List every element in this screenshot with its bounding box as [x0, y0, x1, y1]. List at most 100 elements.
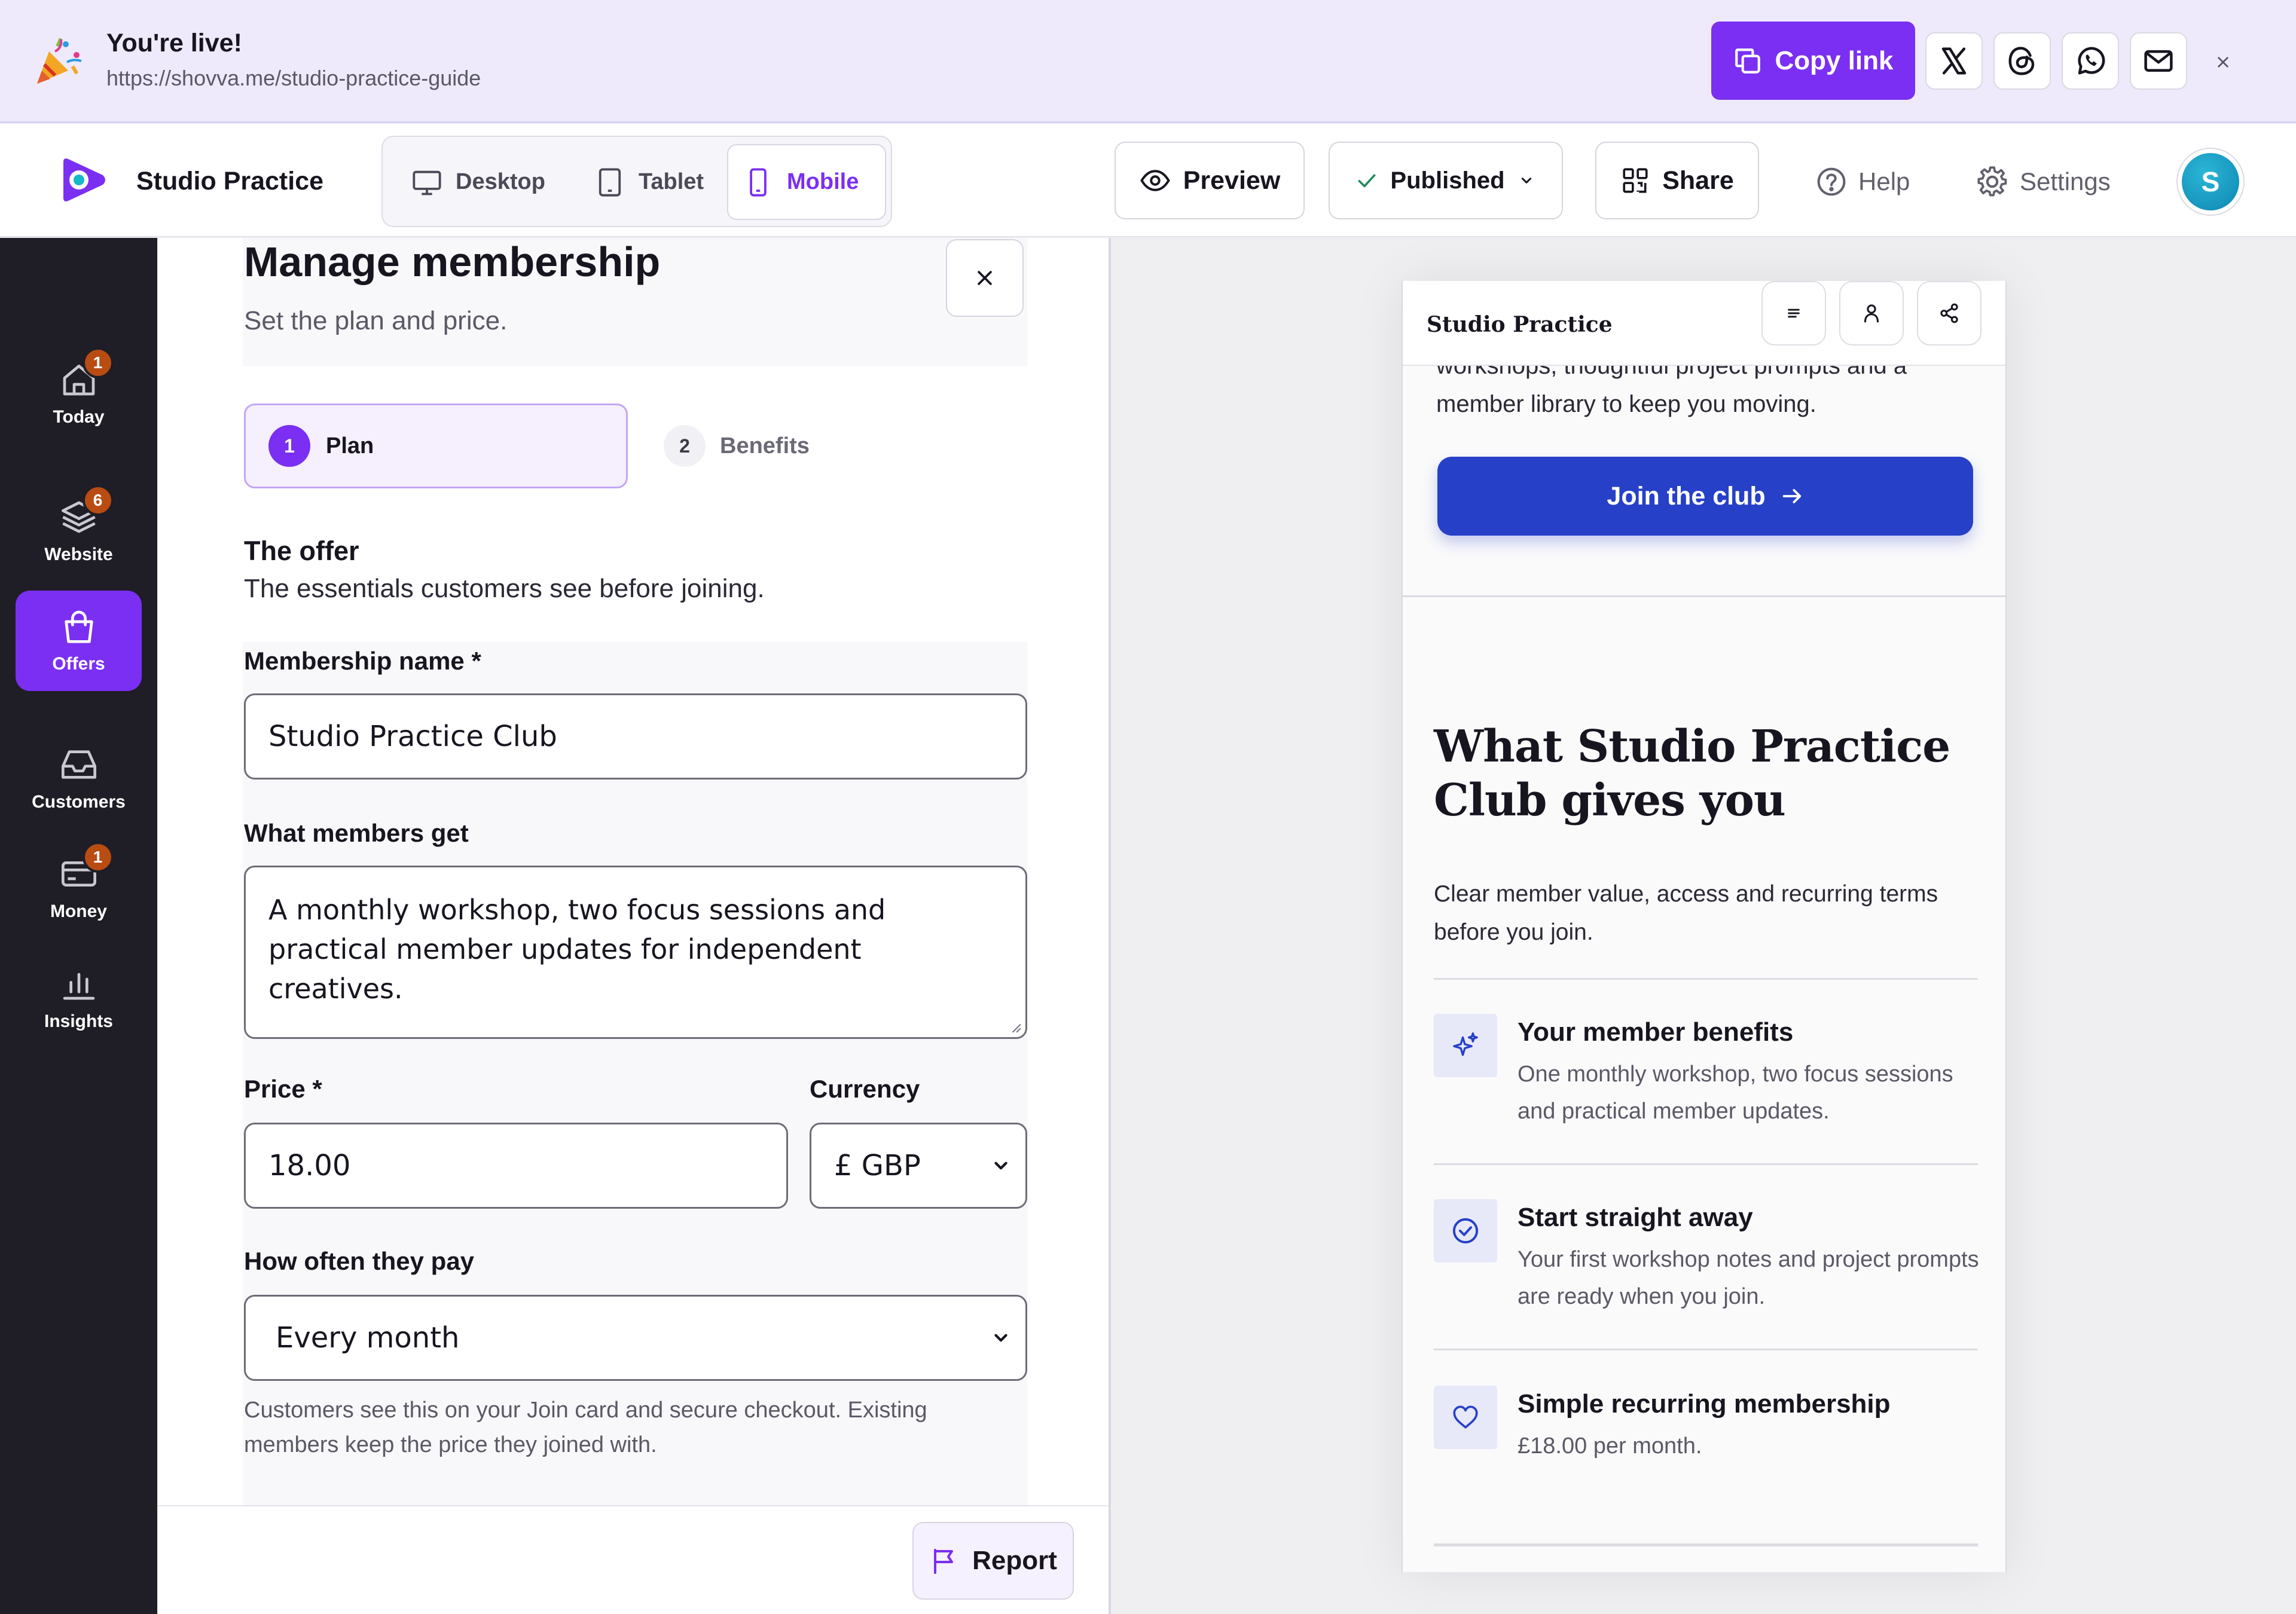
step-benefits-number: 2: [664, 425, 706, 467]
mail-icon: [2144, 50, 2173, 72]
nav-item-money[interactable]: 1 Money: [16, 838, 142, 939]
benefit-title: Start straight away: [1518, 1203, 1753, 1232]
members-get-label: What members get: [244, 819, 469, 847]
report-label: Report: [972, 1546, 1057, 1575]
members-get-value: A monthly workshop, two focus sessions a…: [268, 894, 886, 1005]
frequency-select[interactable]: Every month: [244, 1295, 1027, 1381]
nav-label-insights: Insights: [44, 1011, 113, 1031]
published-status-dropdown[interactable]: Published: [1329, 142, 1563, 219]
user-icon: [1864, 304, 1879, 323]
preview-share-button[interactable]: [1917, 281, 1981, 346]
chevron-down-icon: [1521, 178, 1531, 184]
threads-icon: [2008, 47, 2035, 75]
nav-item-insights[interactable]: Insights: [16, 948, 142, 1049]
copy-link-button[interactable]: Copy link: [1711, 22, 1915, 100]
benefit-icon-box: [1434, 1386, 1497, 1449]
preview-menu-button[interactable]: [1761, 281, 1826, 346]
settings-label: Settings: [2020, 167, 2111, 195]
menu-icon: [1788, 308, 1800, 318]
nav-item-today[interactable]: 1 Today: [16, 344, 142, 444]
copy-icon: [1735, 48, 1761, 74]
members-get-textarea[interactable]: A monthly workshop, two focus sessions a…: [244, 866, 1027, 1039]
share-whatsapp-button[interactable]: [2062, 32, 2119, 90]
currency-select[interactable]: £ GBP: [810, 1123, 1027, 1209]
gear-icon: [1977, 166, 2007, 197]
preview-benefits-heading: What Studio Practice Club gives you: [1434, 721, 1950, 826]
offer-section-title: The offer: [244, 536, 359, 566]
price-input[interactable]: 18.00: [244, 1123, 788, 1209]
inbox-icon: [61, 750, 96, 779]
copy-link-label: Copy link: [1775, 45, 1894, 75]
device-tablet-label: Tablet: [639, 169, 704, 194]
mobile-preview-frame[interactable]: Studio Practice workshops, thoughtful pr…: [1402, 281, 2007, 1572]
join-the-club-button[interactable]: Join the club: [1437, 457, 1973, 536]
user-avatar[interactable]: S: [2176, 148, 2245, 216]
preview-site-brand: Studio Practice: [1427, 312, 1613, 337]
device-mobile-button[interactable]: Mobile: [727, 144, 886, 220]
benefit-title: Simple recurring membership: [1518, 1389, 1891, 1419]
check-icon: [1358, 174, 1376, 188]
nav-label-customers: Customers: [32, 792, 126, 812]
preview-button[interactable]: Preview: [1115, 142, 1305, 219]
device-switcher: Desktop Tablet Mobile: [381, 136, 892, 227]
top-bar: Studio Practice Desktop Tablet Mobile Pr…: [0, 124, 2296, 237]
share-mail-button[interactable]: [2130, 32, 2187, 90]
benefit-text: Your first workshop notes and project pr…: [1518, 1247, 1979, 1309]
step-plan-number: 1: [268, 425, 310, 467]
device-tablet-button[interactable]: Tablet: [580, 144, 718, 220]
close-panel-button[interactable]: [946, 239, 1024, 317]
benefit-divider: [1434, 1543, 1978, 1546]
share-x-button[interactable]: [1925, 32, 1983, 90]
device-desktop-button[interactable]: Desktop: [397, 144, 560, 220]
share-button[interactable]: Share: [1595, 142, 1759, 219]
chevron-down-icon: [994, 1334, 1007, 1342]
mobile-icon: [750, 167, 767, 197]
panel-title: Manage membership: [244, 239, 661, 285]
nav-item-website[interactable]: 6 Website: [16, 481, 142, 582]
preview-site-header: Studio Practice: [1403, 281, 2005, 366]
nav-item-offers[interactable]: Offers: [16, 591, 142, 691]
whatsapp-icon: [2078, 47, 2105, 75]
panel-footer: Report: [158, 1505, 1109, 1614]
eye-icon: [1140, 170, 1170, 191]
benefit-divider: [1434, 978, 1978, 980]
share-threads-button[interactable]: [1993, 32, 2051, 90]
nav-label-today: Today: [53, 407, 105, 427]
published-label: Published: [1390, 167, 1505, 194]
membership-name-label: Membership name *: [244, 647, 481, 675]
help-link[interactable]: Help: [1815, 160, 1910, 204]
side-navigation: 1 Today 6 Website Offers Customers 1 Mon…: [0, 238, 157, 1614]
benefit-divider: [1434, 1349, 1978, 1350]
membership-name-value: Studio Practice Club: [268, 720, 557, 753]
qr-code-icon: [1623, 168, 1648, 193]
share-label: Share: [1662, 166, 1734, 195]
step-benefits-tab[interactable]: 2 Benefits: [664, 404, 810, 488]
frequency-value: Every month: [276, 1321, 460, 1355]
live-banner: You're live! https://shovva.me/studio-pr…: [0, 0, 2296, 123]
close-icon: [978, 271, 992, 285]
desktop-icon: [413, 170, 441, 195]
avatar-initial: S: [2182, 153, 2239, 210]
preview-account-button[interactable]: [1839, 281, 1904, 346]
party-popper-icon: [31, 35, 85, 88]
nav-item-customers[interactable]: Customers: [16, 729, 142, 829]
report-button[interactable]: Report: [912, 1522, 1074, 1600]
live-title: You're live!: [106, 29, 242, 57]
membership-name-input[interactable]: Studio Practice Club: [244, 693, 1027, 780]
join-label: Join the club: [1607, 481, 1766, 511]
live-url[interactable]: https://shovva.me/studio-practice-guide: [106, 66, 481, 91]
benefit-text: £18.00 per month.: [1518, 1433, 1702, 1459]
nav-badge-money: 1: [82, 842, 114, 873]
step-plan-tab[interactable]: 1 Plan: [244, 404, 628, 488]
settings-link[interactable]: Settings: [1976, 160, 2111, 204]
benefit-text: One monthly workshop, two focus sessions…: [1518, 1062, 1953, 1124]
device-mobile-label: Mobile: [787, 169, 859, 194]
preview-label: Preview: [1183, 166, 1281, 195]
app-logo[interactable]: [60, 156, 108, 204]
nav-label-website: Website: [44, 545, 113, 564]
heart-icon: [1453, 1405, 1478, 1429]
offer-section-description: The essentials customers see before join…: [244, 574, 765, 603]
resize-handle-icon: [1012, 1023, 1021, 1033]
share-icon: [1940, 303, 1958, 323]
banner-close-button[interactable]: [2206, 45, 2240, 79]
